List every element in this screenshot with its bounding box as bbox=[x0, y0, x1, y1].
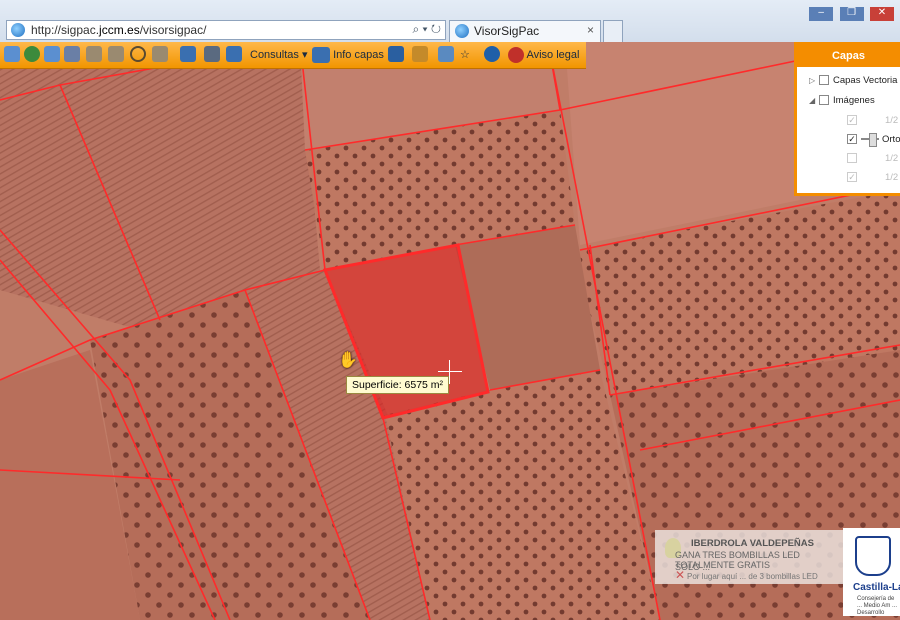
consultas-label: Consultas bbox=[250, 49, 299, 61]
ad-line3: Por lugar aquí ... de 3 bombillas LED bbox=[687, 572, 818, 581]
minimize-icon[interactable]: – bbox=[809, 7, 834, 21]
target-icon[interactable] bbox=[388, 46, 404, 64]
layer-checkbox[interactable] bbox=[819, 95, 829, 106]
logo-name: Castilla-La bbox=[853, 582, 900, 593]
favorite-star-icon[interactable]: ☆ bbox=[460, 46, 470, 64]
layer-checkbox[interactable] bbox=[847, 153, 857, 164]
layer-label: Capas Vectoria bbox=[833, 75, 898, 86]
layer-row-sub1[interactable]: ✓ 1/2 bbox=[847, 115, 898, 133]
url-domain: jccm.es bbox=[99, 23, 140, 37]
crest-icon bbox=[855, 536, 891, 576]
window-controls: – ❐ ✕ bbox=[807, 2, 894, 21]
layer-checkbox[interactable]: ✓ bbox=[847, 134, 857, 145]
layer-row-vector[interactable]: ▷ Capas Vectoria bbox=[809, 75, 897, 93]
measure-line-icon[interactable] bbox=[86, 46, 102, 64]
address-url[interactable]: http://sigpac.jccm.es/visorsigpac/ bbox=[31, 23, 206, 37]
url-path: /visorsigpac/ bbox=[139, 23, 207, 37]
map-toolbar: Consultas ▾ Info capas ☆ Aviso legal bbox=[0, 42, 586, 69]
opacity-slider[interactable] bbox=[861, 133, 879, 148]
layer-row-orto[interactable]: ✓ Orto bbox=[847, 133, 900, 152]
edit-icon[interactable] bbox=[412, 46, 428, 64]
info-layers-icon bbox=[312, 47, 330, 64]
close-window-icon[interactable]: ✕ bbox=[870, 7, 894, 21]
measure-area-icon[interactable] bbox=[152, 46, 168, 64]
layer-row-sub2[interactable]: 1/2 bbox=[847, 153, 898, 171]
area-tooltip: Superficie: 6575 m² bbox=[346, 376, 450, 394]
zoom-in-icon[interactable] bbox=[4, 46, 20, 64]
info-capas-label: Info capas bbox=[333, 49, 384, 61]
chevron-right-icon[interactable]: ▷ bbox=[809, 76, 819, 85]
ad-line2: SOLO ... bbox=[675, 562, 711, 572]
ad-banner[interactable]: IBERDROLA VALDEPEÑAS GANA TRES BOMBILLAS… bbox=[655, 530, 843, 584]
export-icon[interactable] bbox=[226, 46, 242, 64]
warning-icon bbox=[508, 47, 524, 64]
ad-title: IBERDROLA VALDEPEÑAS bbox=[691, 538, 814, 549]
layers-panel-title: Capas bbox=[797, 45, 900, 67]
help-icon[interactable] bbox=[484, 46, 500, 64]
layer-checkbox[interactable] bbox=[819, 75, 829, 86]
browser-chrome: http://sigpac.jccm.es/visorsigpac/ ⌕ ▾ ↻… bbox=[0, 0, 900, 43]
chevron-down-icon[interactable]: ◢ bbox=[809, 96, 819, 105]
pan-icon[interactable] bbox=[64, 46, 80, 64]
consultas-menu[interactable]: Consultas ▾ bbox=[250, 46, 308, 64]
tab-close-button[interactable]: × bbox=[587, 23, 594, 37]
url-prefix: http://sigpac. bbox=[31, 23, 100, 37]
layer-checkbox[interactable]: ✓ bbox=[847, 172, 857, 183]
maximize-icon[interactable]: ❐ bbox=[839, 7, 864, 21]
measure-circle-icon[interactable] bbox=[130, 46, 146, 64]
layer-label: Imágenes bbox=[833, 95, 875, 106]
table-icon[interactable] bbox=[438, 46, 454, 64]
globe-icon[interactable] bbox=[24, 46, 40, 64]
castilla-la-mancha-logo: Castilla-La Consejería de ... Medio Am .… bbox=[843, 528, 900, 616]
layer-label: 1/2 bbox=[885, 153, 899, 164]
aviso-legal-label: Aviso legal bbox=[526, 49, 580, 61]
address-controls[interactable]: ⌕ ▾ ↻ bbox=[412, 22, 441, 37]
ie-globe-icon bbox=[11, 23, 25, 37]
layers-panel: Capas ▷ Capas Vectoria ◢ Imágenes ✓ 1/2 ✓ Or… bbox=[794, 42, 900, 196]
measure-angle-icon[interactable] bbox=[108, 46, 124, 64]
tab-visorsigpac[interactable]: VisorSigPac × bbox=[449, 20, 601, 42]
ad-close-icon[interactable]: ✕ bbox=[675, 568, 685, 582]
tab-favicon-icon bbox=[455, 24, 469, 38]
aviso-legal-button[interactable]: Aviso legal bbox=[508, 46, 579, 64]
chevron-down-icon: ▾ bbox=[301, 49, 308, 61]
layer-label: 1/2 bbox=[885, 172, 899, 183]
tab-title: VisorSigPac bbox=[474, 24, 540, 38]
address-bar[interactable]: http://sigpac.jccm.es/visorsigpac/ ⌕ ▾ ↻ bbox=[6, 20, 446, 40]
layer-row-images[interactable]: ◢ Imágenes bbox=[809, 95, 875, 113]
layer-row-sub3[interactable]: ✓ 1/2 bbox=[847, 172, 898, 190]
layer-label: Orto bbox=[882, 134, 900, 145]
hand-cursor-icon: ✋ bbox=[338, 352, 358, 369]
logo-sub: Consejería de ... Medio Am ... Desarroll… bbox=[857, 596, 898, 616]
zoom-out-icon[interactable] bbox=[44, 46, 60, 64]
new-tab-button[interactable] bbox=[603, 20, 623, 42]
info-capas-button[interactable]: Info capas bbox=[312, 46, 384, 64]
print-icon[interactable] bbox=[204, 46, 220, 64]
layer-label: 1/2 bbox=[885, 115, 899, 126]
layer-checkbox[interactable]: ✓ bbox=[847, 115, 857, 126]
identify-icon[interactable] bbox=[180, 46, 196, 64]
